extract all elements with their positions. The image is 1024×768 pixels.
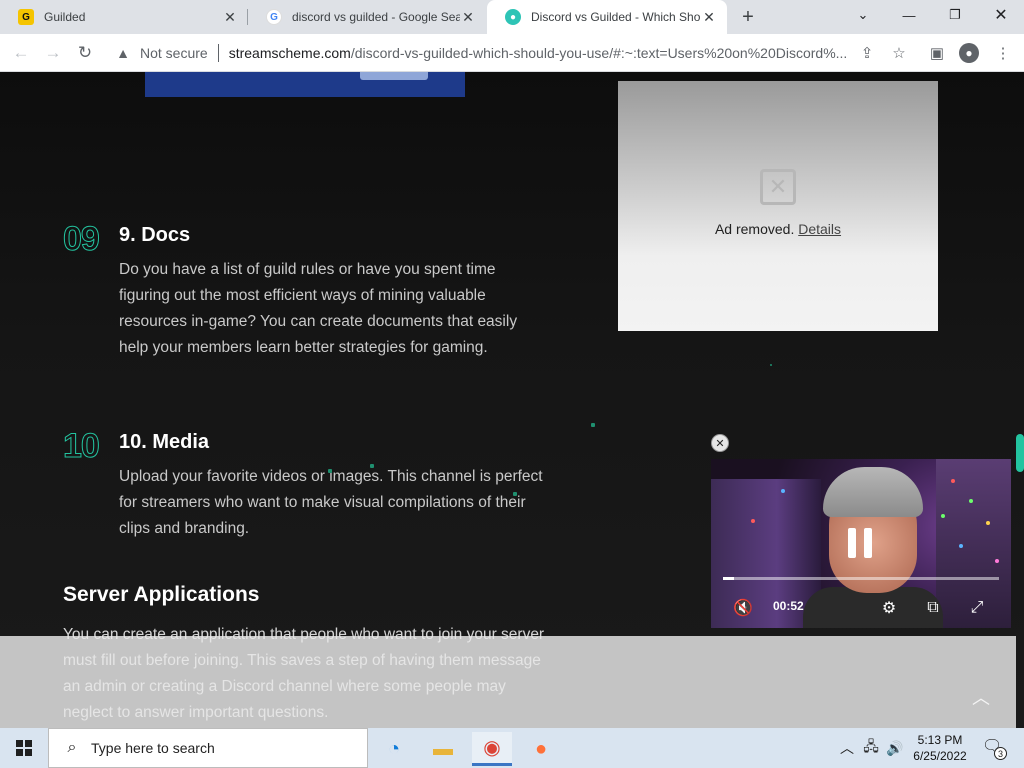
share-icon[interactable]: ⇪: [856, 42, 878, 64]
network-icon[interactable]: 🖧: [860, 728, 882, 768]
video-progress-fill: [723, 577, 735, 580]
tab-title: discord vs guilded - Google Search: [292, 10, 460, 24]
side-panel-icon[interactable]: ▣: [926, 42, 948, 64]
omnibox-divider: [217, 44, 219, 62]
search-icon: ⌕: [67, 739, 77, 756]
volume-icon[interactable]: 🔊: [884, 728, 906, 768]
banner-button: [360, 72, 428, 80]
notification-count-badge: 3: [994, 747, 1007, 760]
page-content: ✕ Ad removed. Details 09 9. Docs Do you …: [0, 72, 1024, 728]
firefox-icon[interactable]: ●: [521, 732, 561, 766]
security-label[interactable]: Not secure: [140, 45, 208, 61]
decor-dot: [328, 469, 332, 473]
section-number-10: 10: [63, 427, 101, 466]
taskbar-clock[interactable]: 5:13 PM 6/25/2022: [908, 732, 972, 764]
decor-light: [986, 521, 990, 525]
decor-light: [781, 489, 785, 493]
tab-title: Discord vs Guilded - Which Should You Us…: [531, 10, 701, 24]
server-applications-heading: Server Applications: [63, 583, 260, 606]
windows-taskbar: ⌕ Type here to search ◔ ▬ ◉ ● ︿ 🖧 🔊 5:13…: [0, 728, 1024, 768]
decor-light: [959, 544, 963, 548]
video-progress-bar[interactable]: [723, 577, 999, 580]
section-number-09: 09: [63, 220, 101, 259]
back-arrow-icon[interactable]: ←: [8, 40, 34, 66]
new-tab-button[interactable]: +: [736, 5, 760, 29]
decor-light: [951, 479, 955, 483]
taskbar-search-box[interactable]: ⌕ Type here to search: [48, 728, 368, 768]
restore-button[interactable]: ❐: [932, 0, 978, 30]
notifications-icon[interactable]: 🗨 3: [982, 736, 1008, 760]
tray-chevron-up-icon[interactable]: ︿: [838, 728, 856, 768]
close-window-button[interactable]: ✕: [978, 0, 1024, 30]
profile-avatar-icon[interactable]: ●: [959, 43, 979, 63]
tab-guilded[interactable]: G Guilded ✕: [0, 0, 248, 34]
reload-icon[interactable]: ↻: [72, 40, 98, 66]
tab-strip: G Guilded ✕ G discord vs guilded - Googl…: [0, 0, 1024, 34]
streamscheme-icon: ●: [505, 9, 521, 25]
ad-details-link[interactable]: Details: [798, 221, 841, 237]
section-heading-docs: 9. Docs: [119, 224, 191, 246]
decor-dot: [770, 364, 772, 366]
menu-kebab-icon[interactable]: ⋮: [992, 42, 1014, 64]
minimize-button[interactable]: —: [886, 0, 932, 30]
tab-search-icon[interactable]: ⌄: [840, 0, 886, 30]
url-host: streamscheme.com: [228, 45, 351, 61]
guilded-icon: G: [18, 9, 34, 25]
video-person-beanie: [823, 467, 923, 517]
edge-icon[interactable]: ◔: [374, 732, 414, 766]
ad-removed-text: Ad removed. Details: [618, 221, 938, 237]
close-icon[interactable]: ✕: [222, 9, 238, 25]
browser-toolbar: ← → ↻ ▲ Not secure streamscheme.com/disc…: [0, 34, 1024, 72]
server-applications-body: You can create an application that peopl…: [63, 626, 545, 721]
search-placeholder: Type here to search: [91, 740, 215, 756]
section-body-media: Upload your favorite videos or images. T…: [119, 468, 543, 537]
tab-google-search[interactable]: G discord vs guilded - Google Search ✕: [248, 0, 486, 34]
chrome-icon[interactable]: ◉: [472, 732, 512, 766]
file-explorer-icon[interactable]: ▬: [423, 732, 463, 766]
google-icon: G: [266, 9, 282, 25]
settings-gear-icon[interactable]: ⚙: [877, 596, 901, 620]
video-player[interactable]: 🔇 00:52 ⚙ ⧉ ⤢: [711, 459, 1011, 628]
clock-date: 6/25/2022: [913, 749, 967, 763]
decor-light: [941, 514, 945, 518]
decor-dot: [370, 464, 374, 468]
decor-light: [995, 559, 999, 563]
tab-title: Guilded: [44, 10, 86, 24]
warning-icon[interactable]: ▲: [114, 44, 132, 62]
decor-dot: [513, 492, 517, 496]
decor-light: [751, 519, 755, 523]
ad-removed-box: ✕ Ad removed. Details: [618, 81, 938, 331]
fullscreen-icon[interactable]: ⤢: [965, 596, 989, 620]
picture-in-picture-icon[interactable]: ⧉: [921, 596, 945, 620]
start-button[interactable]: [0, 728, 48, 768]
decor-dot: [591, 423, 595, 427]
ad-removed-label: Ad removed.: [714, 221, 795, 237]
close-icon[interactable]: ✕: [460, 9, 476, 25]
url-text[interactable]: streamscheme.com/discord-vs-guilded-whic…: [229, 45, 916, 61]
section-body-docs: Do you have a list of guild rules or hav…: [119, 261, 518, 356]
pause-bar: [864, 528, 872, 558]
clock-time: 5:13 PM: [917, 733, 963, 747]
url-path: /discord-vs-guilded-which-should-you-use…: [350, 45, 848, 61]
scroll-to-top-icon[interactable]: ︿: [972, 684, 990, 710]
mute-icon[interactable]: 🔇: [731, 596, 755, 620]
pause-bar: [848, 528, 856, 558]
bookmark-star-icon[interactable]: ☆: [888, 42, 910, 64]
close-icon[interactable]: ✕: [701, 9, 717, 25]
windows-logo-icon: [16, 740, 32, 756]
scrollbar-thumb[interactable]: [1016, 434, 1024, 472]
pause-icon[interactable]: [848, 528, 872, 558]
address-bar[interactable]: ▲ Not secure streamscheme.com/discord-vs…: [104, 38, 916, 68]
close-video-icon[interactable]: ✕: [711, 434, 729, 452]
paramount-banner-ad[interactable]: [145, 72, 465, 97]
tab-streamscheme[interactable]: ● Discord vs Guilded - Which Should You …: [487, 0, 727, 34]
forward-arrow-icon[interactable]: →: [40, 40, 66, 66]
decor-light: [969, 499, 973, 503]
section-heading-media: 10. Media: [119, 431, 210, 453]
ad-removed-icon: ✕: [760, 169, 796, 205]
video-time: 00:52: [773, 599, 804, 613]
